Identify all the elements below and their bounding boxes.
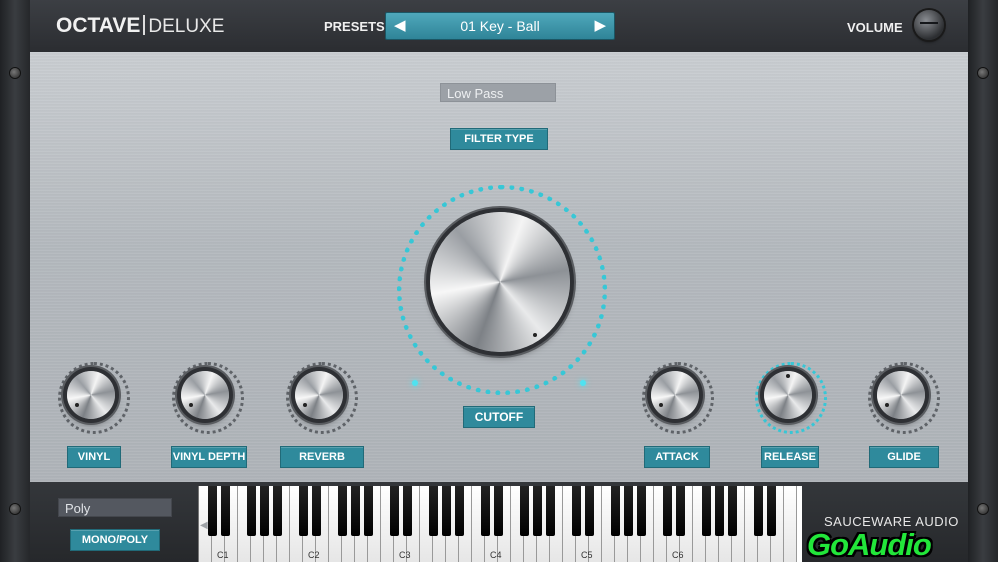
piano-keyboard[interactable]: C1 C2 C3 C4 C5 C6 bbox=[198, 486, 802, 562]
knob-indicator-icon bbox=[303, 403, 307, 407]
attack-knob[interactable] bbox=[651, 371, 699, 419]
octave-label: C6 bbox=[672, 550, 684, 560]
filter-type-label: FILTER TYPE bbox=[450, 128, 548, 150]
voice-mode-select[interactable]: Poly bbox=[58, 498, 172, 517]
black-key[interactable] bbox=[624, 486, 633, 536]
black-key[interactable] bbox=[663, 486, 672, 536]
black-key[interactable] bbox=[299, 486, 308, 536]
plugin-window: OCTAVE DELUXE PRESETS ◀ 01 Key - Ball ▶ V… bbox=[0, 0, 998, 562]
volume-label: VOLUME bbox=[847, 20, 903, 35]
knob-indicator-icon bbox=[885, 403, 889, 407]
reverb-label: REVERB bbox=[280, 446, 364, 468]
octave-label: C3 bbox=[399, 550, 411, 560]
knob-indicator-icon bbox=[189, 403, 193, 407]
black-key[interactable] bbox=[247, 486, 256, 536]
cutoff-label: CUTOFF bbox=[463, 406, 535, 428]
black-key[interactable] bbox=[702, 486, 711, 536]
preset-name[interactable]: 01 Key - Ball bbox=[386, 18, 614, 34]
reverb-knob[interactable] bbox=[295, 371, 343, 419]
black-key[interactable] bbox=[429, 486, 438, 536]
black-key[interactable] bbox=[533, 486, 542, 536]
logo-sub: DELUXE bbox=[148, 16, 225, 37]
cutoff-knob[interactable] bbox=[430, 212, 570, 352]
glide-label: GLIDE bbox=[869, 446, 939, 468]
right-rack-rail bbox=[968, 0, 998, 562]
cutoff-min-led-icon bbox=[412, 380, 418, 386]
vinyl-depth-label: VINYL DEPTH bbox=[171, 446, 247, 468]
release-knob[interactable] bbox=[764, 371, 812, 419]
black-key[interactable] bbox=[273, 486, 282, 536]
black-key[interactable] bbox=[364, 486, 373, 536]
black-key[interactable] bbox=[546, 486, 555, 536]
presets-label: PRESETS bbox=[324, 19, 385, 34]
black-key[interactable] bbox=[312, 486, 321, 536]
knob-indicator-icon bbox=[659, 403, 663, 407]
screw-icon bbox=[10, 504, 20, 514]
black-key[interactable] bbox=[208, 486, 217, 536]
octave-label: C2 bbox=[308, 550, 320, 560]
black-key[interactable] bbox=[338, 486, 347, 536]
vinyl-label: VINYL bbox=[67, 446, 121, 468]
black-key[interactable] bbox=[767, 486, 776, 536]
screw-icon bbox=[10, 68, 20, 78]
next-preset-icon[interactable]: ▶ bbox=[594, 16, 606, 34]
vinyl-depth-knob[interactable] bbox=[181, 371, 229, 419]
black-key[interactable] bbox=[403, 486, 412, 536]
knob-indicator-icon bbox=[786, 374, 790, 378]
preset-selector[interactable]: ◀ 01 Key - Ball ▶ bbox=[385, 12, 615, 40]
black-key[interactable] bbox=[390, 486, 399, 536]
octave-label: C5 bbox=[581, 550, 593, 560]
glide-knob[interactable] bbox=[877, 371, 925, 419]
main-panel: Low Pass FILTER TYPE CUTOFF VINYL VINYL … bbox=[30, 52, 968, 482]
black-key[interactable] bbox=[728, 486, 737, 536]
black-key[interactable] bbox=[351, 486, 360, 536]
octave-label: C1 bbox=[217, 550, 229, 560]
black-key[interactable] bbox=[715, 486, 724, 536]
black-key[interactable] bbox=[754, 486, 763, 536]
top-bar: OCTAVE DELUXE PRESETS ◀ 01 Key - Ball ▶ V… bbox=[30, 0, 968, 53]
black-key[interactable] bbox=[585, 486, 594, 536]
screw-icon bbox=[978, 68, 988, 78]
white-key[interactable] bbox=[784, 486, 797, 562]
keyboard-scroll-left-icon[interactable]: ◀ bbox=[200, 520, 208, 531]
black-key[interactable] bbox=[455, 486, 464, 536]
volume-knob[interactable] bbox=[914, 10, 944, 40]
left-rack-rail bbox=[0, 0, 30, 562]
black-key[interactable] bbox=[442, 486, 451, 536]
screw-icon bbox=[978, 504, 988, 514]
logo-separator bbox=[143, 15, 146, 35]
black-key[interactable] bbox=[494, 486, 503, 536]
black-key[interactable] bbox=[611, 486, 620, 536]
filter-type-select[interactable]: Low Pass bbox=[440, 83, 556, 102]
release-label: RELEASE bbox=[761, 446, 819, 468]
black-key[interactable] bbox=[572, 486, 581, 536]
watermark-logo: GoAudio bbox=[807, 527, 932, 562]
logo-main: OCTAVE bbox=[56, 14, 141, 37]
knob-indicator-icon bbox=[533, 333, 537, 337]
octave-label: C4 bbox=[490, 550, 502, 560]
black-key[interactable] bbox=[221, 486, 230, 536]
app-logo: OCTAVE DELUXE bbox=[56, 14, 224, 38]
black-key[interactable] bbox=[260, 486, 269, 536]
knob-indicator-icon bbox=[75, 403, 79, 407]
black-key[interactable] bbox=[637, 486, 646, 536]
black-key[interactable] bbox=[676, 486, 685, 536]
vinyl-knob[interactable] bbox=[67, 371, 115, 419]
attack-label: ATTACK bbox=[644, 446, 710, 468]
cutoff-max-led-icon bbox=[580, 380, 586, 386]
black-key[interactable] bbox=[520, 486, 529, 536]
black-key[interactable] bbox=[481, 486, 490, 536]
mono-poly-label: MONO/POLY bbox=[70, 529, 160, 551]
